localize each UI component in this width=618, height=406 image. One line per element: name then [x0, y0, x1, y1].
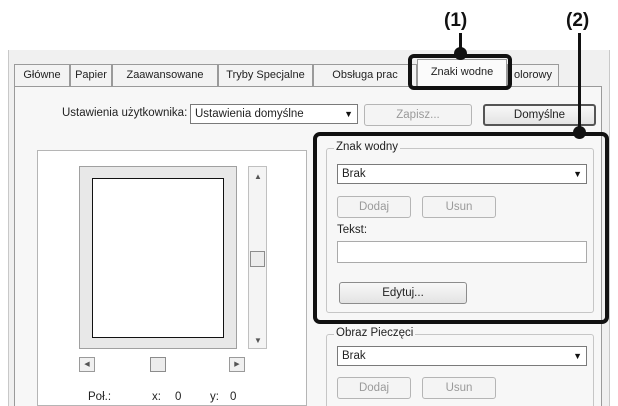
callout-2-frame: [313, 132, 609, 324]
tab-glowne[interactable]: Główne: [14, 64, 70, 86]
arrow-up-icon[interactable]: ▲: [254, 172, 262, 181]
arrow-left-icon[interactable]: ◀: [79, 357, 95, 372]
vertical-scroll-thumb[interactable]: [250, 251, 265, 267]
tab-papier[interactable]: Papier: [70, 64, 112, 86]
callout-1-dot: [454, 47, 467, 60]
page-preview: [92, 178, 224, 338]
callout-1: (1): [444, 10, 468, 31]
callout-2: (2): [566, 10, 590, 31]
arrow-down-icon[interactable]: ▼: [254, 336, 262, 345]
position-label: Poł.:: [88, 391, 112, 403]
position-y-value: 0: [230, 391, 237, 403]
tab-tryby-specjalne[interactable]: Tryby Specjalne: [218, 64, 313, 86]
stamp-group-title: Obraz Pieczęci: [334, 327, 416, 339]
tab-kolorowy[interactable]: olorowy: [507, 64, 559, 86]
save-button[interactable]: Zapisz...: [364, 104, 472, 126]
chevron-down-icon: ▼: [573, 351, 582, 361]
user-settings-value: Ustawienia domyślne: [195, 108, 304, 120]
stamp-value: Brak: [342, 350, 366, 362]
stamp-add-button[interactable]: Dodaj: [337, 377, 411, 399]
user-settings-select[interactable]: Ustawienia domyślne ▼: [190, 104, 358, 124]
horizontal-scroll-thumb[interactable]: [150, 357, 166, 372]
user-settings-label: Ustawienia użytkownika:: [62, 107, 188, 119]
callout-2-dot: [573, 126, 586, 139]
tab-zaawansowane[interactable]: Zaawansowane: [112, 64, 218, 86]
chevron-down-icon: ▼: [344, 109, 353, 119]
stamp-select[interactable]: Brak ▼: [337, 346, 587, 366]
position-x-value: 0: [175, 391, 182, 403]
callout-2-leader: [578, 33, 581, 132]
arrow-right-icon[interactable]: ▶: [229, 357, 245, 372]
position-y-label: y:: [210, 391, 219, 403]
position-x-label: x:: [152, 391, 161, 403]
tab-obsluga-prac[interactable]: Obsługa prac: [313, 64, 417, 86]
stamp-delete-button[interactable]: Usun: [422, 377, 496, 399]
